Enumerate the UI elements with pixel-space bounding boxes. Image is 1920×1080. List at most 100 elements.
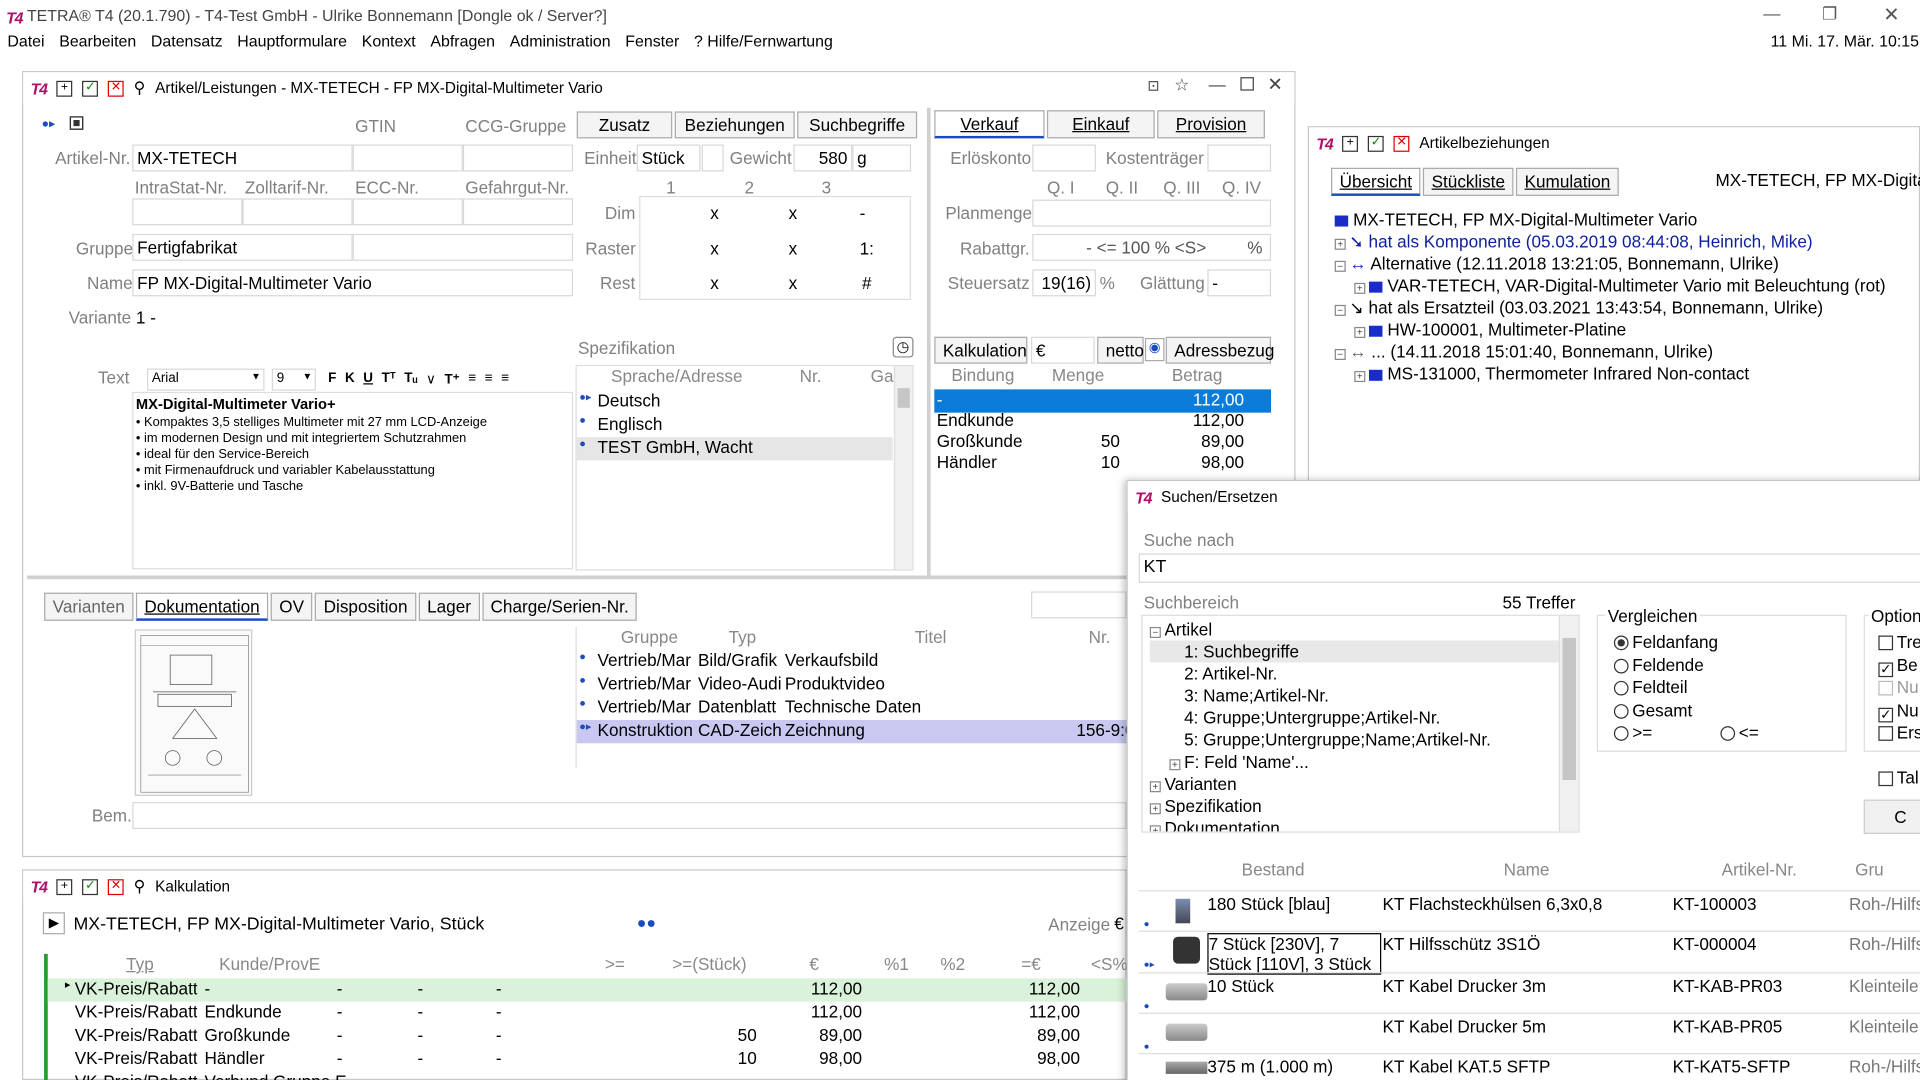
collapse-icon[interactable]: −: [1334, 304, 1346, 316]
tab-ov[interactable]: OV: [270, 592, 313, 621]
gruppe-field[interactable]: Fertigfabrikat: [132, 233, 353, 261]
tree-node[interactable]: + Varianten: [1149, 773, 1491, 795]
option-check[interactable]: Tal: [1878, 768, 1919, 787]
price-row[interactable]: -112,00: [934, 389, 1272, 413]
menu-fenster[interactable]: Fenster: [625, 32, 679, 50]
save-icon[interactable]: ✓: [82, 80, 99, 97]
tree-node[interactable]: − ↘ hat als Ersatzteil (03.03.2021 13:43:…: [1334, 296, 1886, 318]
tab-uebersicht[interactable]: Übersicht: [1331, 167, 1421, 196]
artnr-field[interactable]: MX-TETECH: [132, 144, 353, 172]
users-icon[interactable]: ●●: [637, 913, 656, 931]
text-editor[interactable]: MX-Digital-Multimeter Vario+ • Kompaktes…: [132, 391, 574, 570]
delete-icon[interactable]: ✕: [1393, 135, 1410, 152]
table-row[interactable]: ● Vertrieb/Mar Video-Audi Produktvideo: [577, 673, 1127, 696]
adressbezug-button[interactable]: Adressbezug: [1165, 336, 1274, 364]
tab-dokumentation[interactable]: Dokumentation: [135, 592, 269, 621]
vsplitter[interactable]: [926, 107, 931, 576]
style-icon[interactable]: T⁺: [444, 371, 459, 387]
menu-abfragen[interactable]: Abfragen: [430, 32, 495, 50]
tab-stueckliste[interactable]: Stückliste: [1423, 167, 1514, 196]
expand-icon[interactable]: +: [1334, 238, 1346, 250]
glaettung-field[interactable]: -: [1207, 269, 1272, 297]
table-row[interactable]: ●▸ Deutsch: [577, 391, 913, 414]
anzeige-currency[interactable]: €: [1114, 913, 1124, 933]
option-check[interactable]: Ers: [1878, 722, 1920, 742]
menu-datensatz[interactable]: Datensatz: [151, 32, 223, 50]
close-icon[interactable]: ✕: [1883, 2, 1899, 26]
font-select[interactable]: Arial ▼: [146, 368, 265, 391]
table-row[interactable]: VK-Preis/Rabatt Endkunde --- 112,00 112,00: [48, 1002, 1127, 1025]
underline-icon[interactable]: U: [363, 371, 373, 387]
tree-node[interactable]: − Artikel: [1149, 618, 1491, 640]
new-icon[interactable]: +: [56, 878, 73, 895]
tree-node[interactable]: + Dokumentation: [1149, 817, 1491, 832]
result-row[interactable]: ●▸ 7 Stück [230V], 7 Stück [110V], 3 Stü…: [1138, 930, 1920, 975]
table-row[interactable]: ●▸ Konstruktion CAD-Zeich Zeichnung 156-9:0: [576, 720, 1134, 744]
tab-kumulation[interactable]: Kumulation: [1516, 167, 1619, 196]
scope-scrollbar[interactable]: [1558, 615, 1579, 832]
record-nav-icon[interactable]: ●▸: [42, 118, 56, 131]
rabattgr-field[interactable]: - <= 100 % <S>%: [1032, 233, 1272, 261]
tree-node[interactable]: 2: Artikel-Nr.: [1150, 662, 1491, 684]
table-row[interactable]: ● Englisch: [577, 414, 913, 437]
tree-node[interactable]: 1: Suchbegriffe: [1149, 640, 1579, 663]
radio-feldteil[interactable]: Feldteil: [1613, 677, 1688, 697]
menu-kontext[interactable]: Kontext: [362, 32, 416, 50]
delete-icon[interactable]: ✕: [107, 80, 124, 97]
gewicht-unit[interactable]: g: [852, 144, 912, 172]
tree-node[interactable]: 5: Gruppe;Untergruppe;Name;Artikel-Nr.: [1150, 729, 1491, 751]
tree-node[interactable]: MX-TETECH, FP MX-Digital-Multimeter Vari…: [1334, 208, 1886, 230]
radio-feldende[interactable]: Feldende: [1613, 655, 1704, 675]
option-check[interactable]: Nu: [1878, 677, 1919, 697]
new-icon[interactable]: +: [1342, 135, 1359, 152]
kalkulation-button[interactable]: Kalkulation: [934, 336, 1028, 364]
radio-le[interactable]: <=: [1720, 722, 1759, 742]
tab-suchbegriffe[interactable]: Suchbegriffe: [797, 111, 918, 139]
tab-charge[interactable]: Charge/Serien-Nr.: [481, 592, 638, 621]
stop-icon[interactable]: [69, 116, 84, 130]
tree-node[interactable]: + VAR-TETECH, VAR-Digital-Multimeter Vari…: [1335, 274, 1886, 296]
steuersatz-field[interactable]: 19(16): [1032, 269, 1096, 297]
expand-icon[interactable]: +: [1354, 371, 1366, 383]
menu-bearbeiten[interactable]: Bearbeiten: [59, 32, 136, 50]
option-check[interactable]: ✓ Nu: [1878, 700, 1919, 723]
zolltarif-field[interactable]: [242, 198, 353, 226]
gefahrgut-field[interactable]: [462, 198, 574, 226]
currency-field[interactable]: €: [1031, 336, 1095, 364]
search-icon[interactable]: ⚲: [134, 877, 146, 897]
einheit-extra-field[interactable]: [701, 144, 724, 172]
tree-node[interactable]: + MS-131000, Thermometer Infrared Non-con…: [1335, 362, 1886, 384]
menu-hauptformulare[interactable]: Hauptformulare: [237, 32, 347, 50]
option-check[interactable]: Tre: [1878, 632, 1920, 651]
expand-icon[interactable]: +: [1354, 326, 1366, 338]
netto-button[interactable]: netto: [1097, 336, 1144, 364]
window-close-icon[interactable]: ✕: [1267, 73, 1282, 96]
spec-scrollbar[interactable]: [893, 366, 913, 570]
tree-node[interactable]: 4: Gruppe;Untergruppe;Artikel-Nr.: [1150, 707, 1491, 729]
clock-icon[interactable]: ◷: [892, 336, 914, 358]
radio-gesamt[interactable]: Gesamt: [1613, 700, 1692, 720]
tab-einkauf[interactable]: Einkauf: [1046, 110, 1155, 139]
gewicht-field[interactable]: 580: [793, 144, 853, 172]
table-row[interactable]: ● Vertrieb/Mar Bild/Grafik Verkaufsbild: [577, 650, 1127, 673]
table-row[interactable]: VK-Preis/Rabatt Großkunde --- 50 89,00 89,…: [48, 1025, 1127, 1048]
erloeskonto-field[interactable]: [1032, 144, 1096, 172]
drawing-preview[interactable]: [134, 629, 253, 796]
new-icon[interactable]: +: [56, 80, 73, 97]
tab-disposition[interactable]: Disposition: [315, 592, 417, 621]
search-button[interactable]: C: [1863, 799, 1920, 834]
bold-icon[interactable]: F: [328, 371, 336, 387]
kostentraeger-field[interactable]: [1207, 144, 1272, 172]
window-maximize-icon[interactable]: [1240, 77, 1254, 91]
tree-node[interactable]: + ➘ hat als Komponente (05.03.2019 08:44:…: [1334, 230, 1886, 252]
tab-varianten[interactable]: Varianten: [44, 592, 134, 621]
tab-beziehungen[interactable]: Beziehungen: [674, 111, 795, 139]
table-row[interactable]: VK-Preis/RabattVerbund Gruppe E: [48, 1071, 1127, 1080]
superscript-icon[interactable]: Tᵀ: [382, 371, 396, 387]
expand-icon[interactable]: +: [1354, 282, 1366, 294]
star-icon[interactable]: ☆: [1174, 75, 1189, 96]
price-row[interactable]: Händler 10 98,00: [934, 452, 1271, 475]
result-row[interactable]: 375 m (1.000 m) KT Kabel KAT.5 SFTP KT-K…: [1138, 1053, 1920, 1080]
tree-node[interactable]: − ↔ Alternative (12.11.2018 13:21:05, Bon…: [1334, 252, 1886, 274]
collapse-icon[interactable]: −: [1334, 260, 1346, 272]
